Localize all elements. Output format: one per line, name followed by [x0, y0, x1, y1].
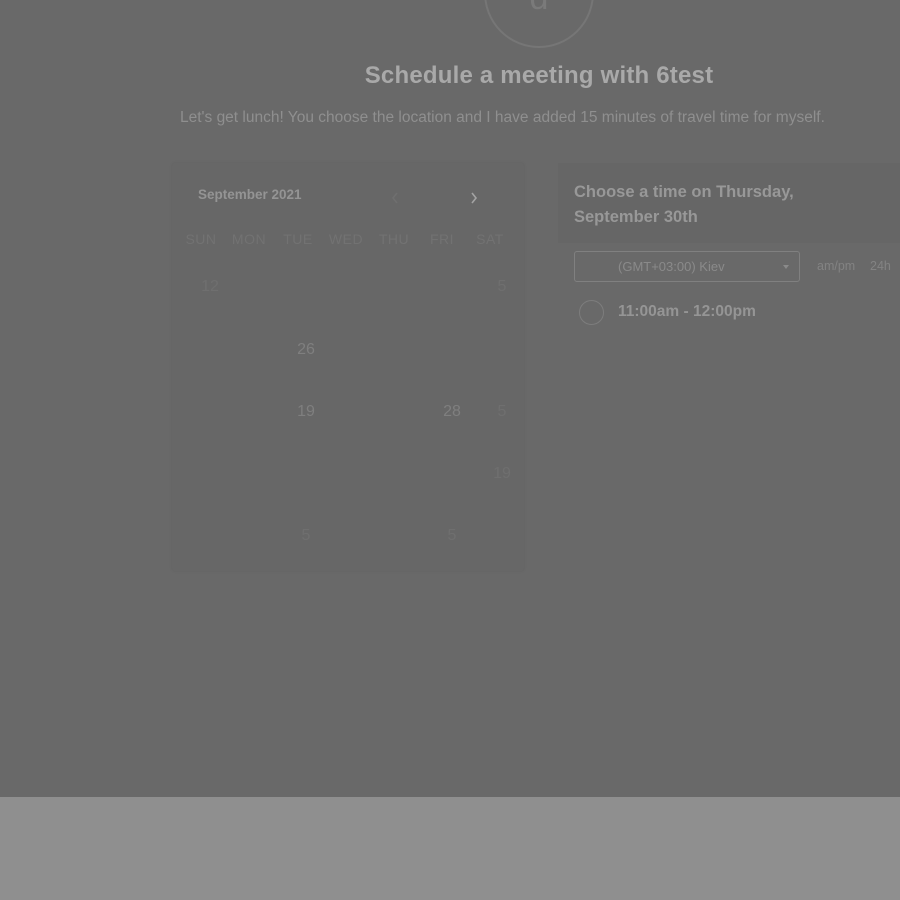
weekday-sat: SAT [476, 231, 504, 247]
calendar-day[interactable]: 5 [482, 403, 522, 421]
time-picker-header: Choose a time on Thursday, September 30t… [558, 163, 900, 243]
calendar-month-label: September 2021 [198, 187, 302, 202]
calendar-day[interactable]: 19 [482, 465, 522, 483]
calendar-day[interactable]: 5 [432, 527, 472, 545]
time-slot-label[interactable]: 11:00am - 12:00pm [618, 303, 756, 321]
prev-month-button[interactable] [385, 188, 405, 208]
chevron-left-icon [391, 192, 398, 204]
weekday-wed: WED [328, 231, 364, 247]
calendar-day[interactable]: 19 [286, 403, 326, 421]
format-ampm-toggle[interactable]: am/pm [817, 259, 855, 273]
weekday-thu: THU [378, 231, 410, 247]
calendar-day[interactable]: 26 [286, 341, 326, 359]
timezone-select[interactable]: (GMT+03:00) Kiev [574, 251, 800, 282]
weekday-sun: SUN [185, 231, 217, 247]
weekday-mon: MON [231, 231, 267, 247]
page-footer [0, 797, 900, 900]
meeting-description: Let's get lunch! You choose the location… [180, 109, 825, 126]
next-month-button[interactable] [464, 188, 484, 208]
calendar-day[interactable]: 5 [286, 527, 326, 545]
calendar-day[interactable]: 28 [432, 403, 472, 421]
avatar-initial: d [530, 0, 549, 18]
weekday-tue: TUE [283, 231, 313, 247]
format-24h-toggle[interactable]: 24h [870, 259, 891, 273]
weekday-fri: FRI [429, 231, 455, 247]
timezone-value: (GMT+03:00) Kiev [618, 259, 725, 274]
calendar-day[interactable]: 12 [190, 278, 230, 296]
calendar-day[interactable]: 5 [482, 278, 522, 296]
chevron-right-icon [471, 192, 478, 204]
time-slot-radio[interactable] [579, 300, 604, 325]
dropdown-arrow-icon [783, 265, 789, 269]
page-main: d Schedule a meeting with 6test Let's ge… [0, 0, 900, 797]
choose-time-heading: Choose a time on Thursday, September 30t… [574, 183, 794, 226]
page-title: Schedule a meeting with 6test [364, 62, 714, 89]
weekday-header: SUN MON TUE WED THU FRI SAT [172, 231, 524, 251]
calendar: September 2021 SUN MON TUE WED THU FRI S… [172, 163, 524, 571]
avatar: d [484, 0, 594, 48]
